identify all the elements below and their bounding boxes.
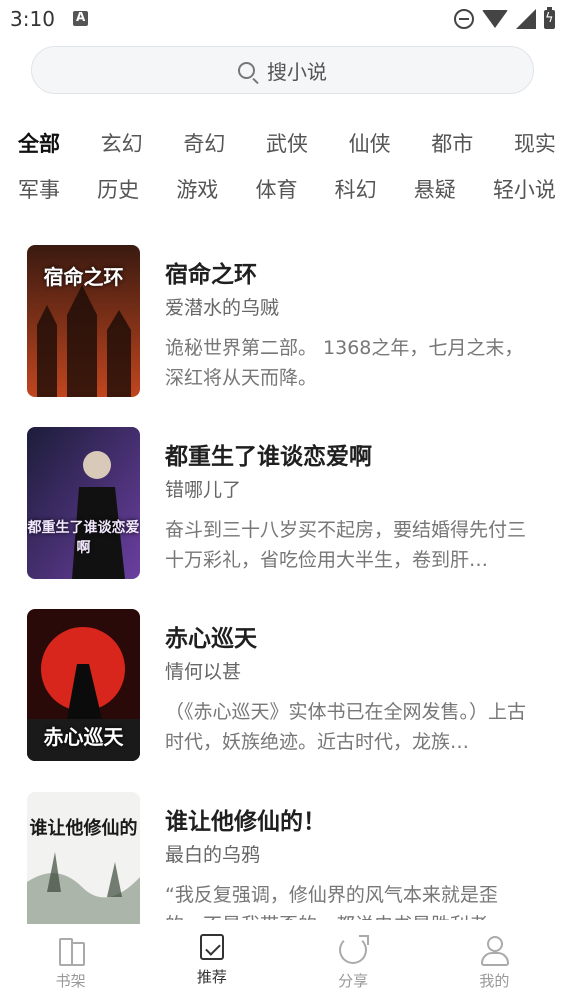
cover-art: [27, 792, 140, 924]
bookmark-icon: [199, 934, 224, 960]
bookshelf-icon: [57, 934, 85, 966]
category-junshi[interactable]: 军事: [18, 174, 60, 204]
book-description: （《赤心巡天》实体书已在全网发售。）上古时代，妖族绝迹。近古时代，龙族…: [165, 701, 527, 753]
wifi-icon: [482, 10, 508, 28]
category-youxi[interactable]: 游戏: [176, 174, 218, 204]
bottom-nav: 书架 推荐 分享 我的: [0, 924, 565, 1004]
book-title[interactable]: 谁让他修仙的！: [165, 802, 326, 836]
category-dushi[interactable]: 都市: [431, 128, 473, 158]
book-title[interactable]: 赤心巡天: [165, 619, 257, 653]
category-all[interactable]: 全部: [18, 128, 60, 158]
category-qihuan[interactable]: 奇幻: [183, 128, 225, 158]
nav-label: 分享: [338, 972, 369, 990]
category-lishi[interactable]: 历史: [97, 174, 139, 204]
status-icons: [454, 6, 555, 30]
share-icon: [339, 935, 370, 964]
category-wuxia[interactable]: 武侠: [266, 128, 308, 158]
cover-title: 谁让他修仙的: [29, 818, 138, 839]
search-icon: [238, 61, 255, 79]
nav-recommend[interactable]: 推荐: [141, 924, 282, 1004]
category-kehuan[interactable]: 科幻: [335, 174, 377, 204]
book-cover[interactable]: 赤心巡天: [27, 609, 140, 761]
cover-title: 赤心巡天: [43, 725, 124, 749]
battery-icon: [544, 6, 555, 29]
book-author: 最白的乌鸦: [165, 844, 261, 866]
category-filter: 全部 玄幻 奇幻 武侠 仙侠 都市 现实 军事 历史 游戏 体育 科幻 悬疑 轻…: [0, 120, 565, 212]
book-title[interactable]: 都重生了谁谈恋爱啊: [165, 437, 372, 471]
nav-share[interactable]: 分享: [283, 924, 424, 1004]
book-item[interactable]: 都重生了谁谈恋爱啊 都重生了谁谈恋爱啊 错哪儿了 奋斗到三十八岁买不起房，要结婚…: [0, 427, 565, 587]
book-author: 错哪儿了: [165, 479, 242, 501]
book-cover[interactable]: 都重生了谁谈恋爱啊: [27, 427, 140, 579]
cover-title: 宿命之环: [43, 265, 124, 289]
book-author: 爱潜水的乌贼: [165, 297, 280, 319]
book-item[interactable]: 赤心巡天 赤心巡天 情何以甚 （《赤心巡天》实体书已在全网发售。）上古时代，妖族…: [0, 609, 565, 769]
category-xianxia[interactable]: 仙侠: [349, 128, 391, 158]
status-time: 3:10: [10, 7, 55, 31]
category-xianshi[interactable]: 现实: [514, 128, 556, 158]
status-bar: 3:10: [0, 0, 565, 38]
search-bar[interactable]: 搜小说: [31, 46, 534, 94]
book-cover[interactable]: 谁让他修仙的: [27, 792, 140, 924]
category-qingxiaoshuo[interactable]: 轻小说: [493, 174, 556, 204]
book-description: “我反复强调，修仙界的风气本来就是歪的，不是我带歪的。都说史书是胜利者…: [165, 884, 507, 920]
book-title[interactable]: 宿命之环: [165, 255, 257, 289]
book-description: 奋斗到三十八岁买不起房，要结婚得先付三十万彩礼，省吃俭用大半生，卷到肝…: [165, 519, 527, 571]
notification-a-icon: [73, 10, 88, 26]
nav-label: 推荐: [196, 968, 227, 986]
book-item[interactable]: 宿命之环 宿命之环 爱潜水的乌贼 诡秘世界第二部。 1368之年，七月之末，深红…: [0, 245, 565, 405]
category-xuanhuan[interactable]: 玄幻: [101, 128, 143, 158]
nav-label: 我的: [479, 972, 510, 990]
user-icon: [480, 934, 510, 966]
book-cover[interactable]: 宿命之环: [27, 245, 140, 397]
do-not-disturb-icon: [454, 9, 474, 29]
search-placeholder: 搜小说: [267, 59, 327, 84]
category-row-1: 全部 玄幻 奇幻 武侠 仙侠 都市 现实: [0, 120, 565, 166]
book-author: 情何以甚: [165, 661, 242, 683]
category-xuanyi[interactable]: 悬疑: [414, 174, 456, 204]
nav-bookshelf[interactable]: 书架: [0, 924, 141, 1004]
nav-me[interactable]: 我的: [424, 924, 565, 1004]
nav-label: 书架: [55, 972, 86, 990]
category-tiyu[interactable]: 体育: [255, 174, 297, 204]
book-description: 诡秘世界第二部。 1368之年，七月之末，深红将从天而降。: [165, 337, 524, 389]
category-row-2: 军事 历史 游戏 体育 科幻 悬疑 轻小说: [0, 166, 565, 212]
cover-title: 都重生了谁谈恋爱啊: [27, 520, 140, 556]
signal-icon: [516, 9, 536, 29]
